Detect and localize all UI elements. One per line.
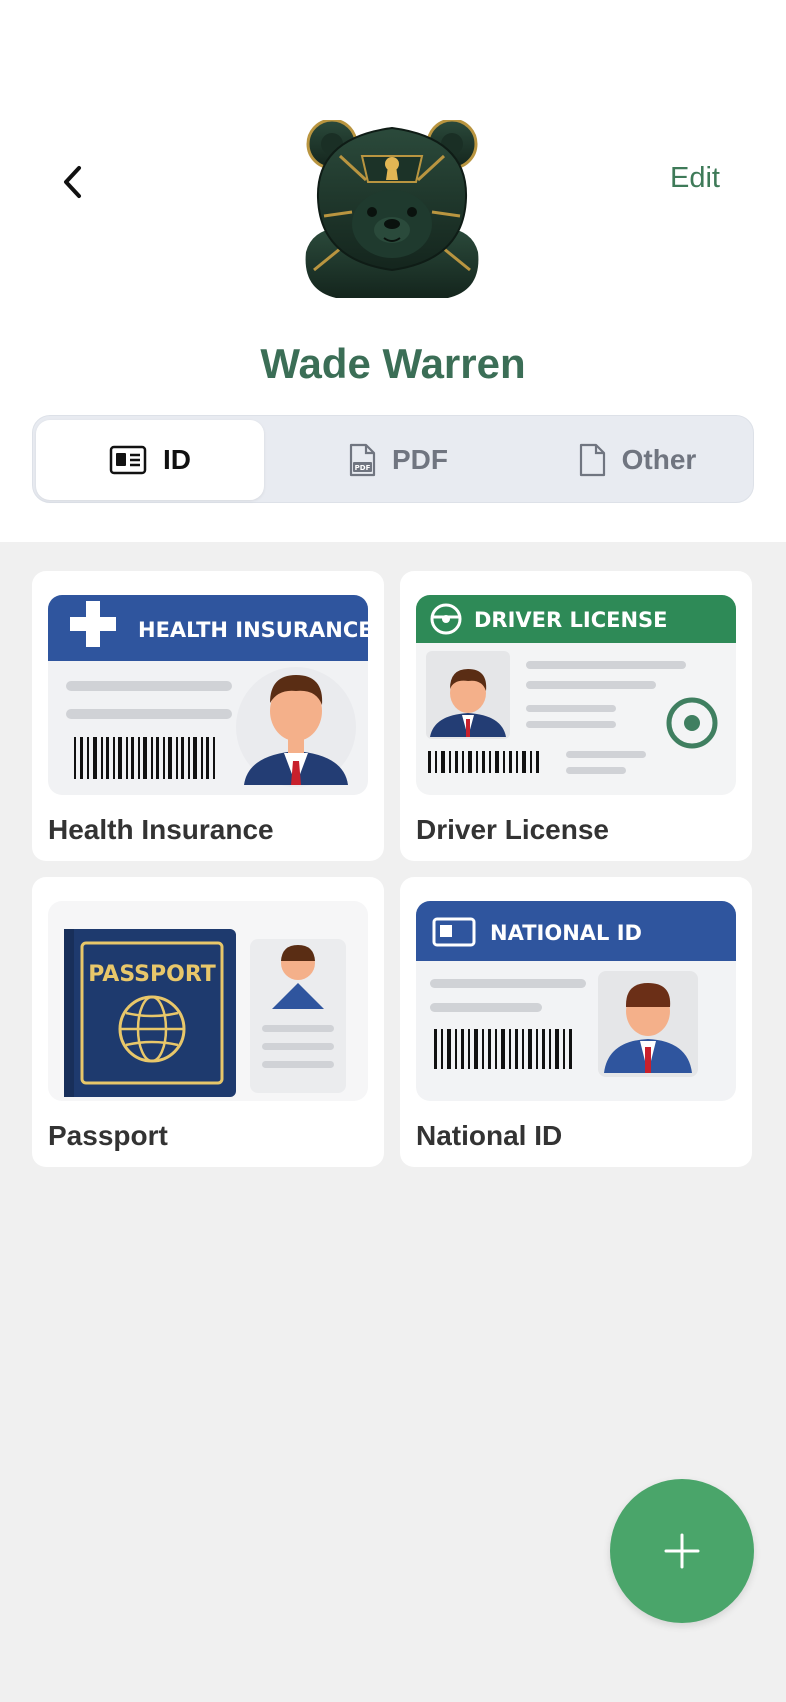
- edit-button[interactable]: Edit: [670, 162, 720, 195]
- pdf-file-icon: PDF: [349, 443, 376, 477]
- bear-logo-icon: [305, 118, 479, 298]
- health-insurance-card-title: HEALTH INSURANCE: [138, 618, 368, 642]
- document-card-national-id[interactable]: NATIONAL ID National ID: [400, 877, 752, 1167]
- avatar: [296, 118, 488, 302]
- add-document-button[interactable]: [610, 1479, 754, 1623]
- tab-pdf-label: PDF: [392, 444, 448, 475]
- tab-other[interactable]: Other: [523, 420, 751, 500]
- national-id-card-title: NATIONAL ID: [490, 921, 642, 945]
- document-label: Driver License: [416, 814, 609, 845]
- tab-pdf[interactable]: PDF PDF: [293, 420, 503, 500]
- passport-card-image: PASSPORT: [48, 901, 368, 1101]
- header: Edit Wade Warren ID PDF PDF Other: [0, 0, 786, 542]
- file-icon: [579, 443, 605, 477]
- profile-name: Wade Warren: [260, 340, 526, 387]
- svg-text:PDF: PDF: [355, 464, 371, 472]
- back-button[interactable]: [52, 160, 92, 204]
- tab-id-label: ID: [163, 444, 191, 475]
- passport-card-title: PASSPORT: [88, 962, 216, 987]
- driver-license-card-image: DRIVER LICENSE: [416, 595, 736, 795]
- national-id-card-image: NATIONAL ID: [416, 901, 736, 1101]
- id-card-icon: [109, 445, 147, 475]
- document-card-driver-license[interactable]: DRIVER LICENSE Driver License: [400, 571, 752, 861]
- document-card-health-insurance[interactable]: HEALTH INSURANCE Health Insurance: [32, 571, 384, 861]
- chevron-left-icon: [64, 166, 81, 198]
- tab-id[interactable]: ID: [36, 420, 264, 500]
- document-card-passport[interactable]: PASSPORT Passport: [32, 877, 384, 1167]
- plus-icon: [664, 1533, 700, 1569]
- tab-other-label: Other: [621, 444, 697, 475]
- health-insurance-card-image: HEALTH INSURANCE: [48, 595, 368, 795]
- document-label: Passport: [48, 1120, 168, 1151]
- driver-license-card-title: DRIVER LICENSE: [474, 608, 668, 632]
- document-label: Health Insurance: [48, 814, 274, 845]
- document-label: National ID: [416, 1120, 563, 1151]
- document-type-tabs: ID PDF PDF Other: [32, 415, 754, 503]
